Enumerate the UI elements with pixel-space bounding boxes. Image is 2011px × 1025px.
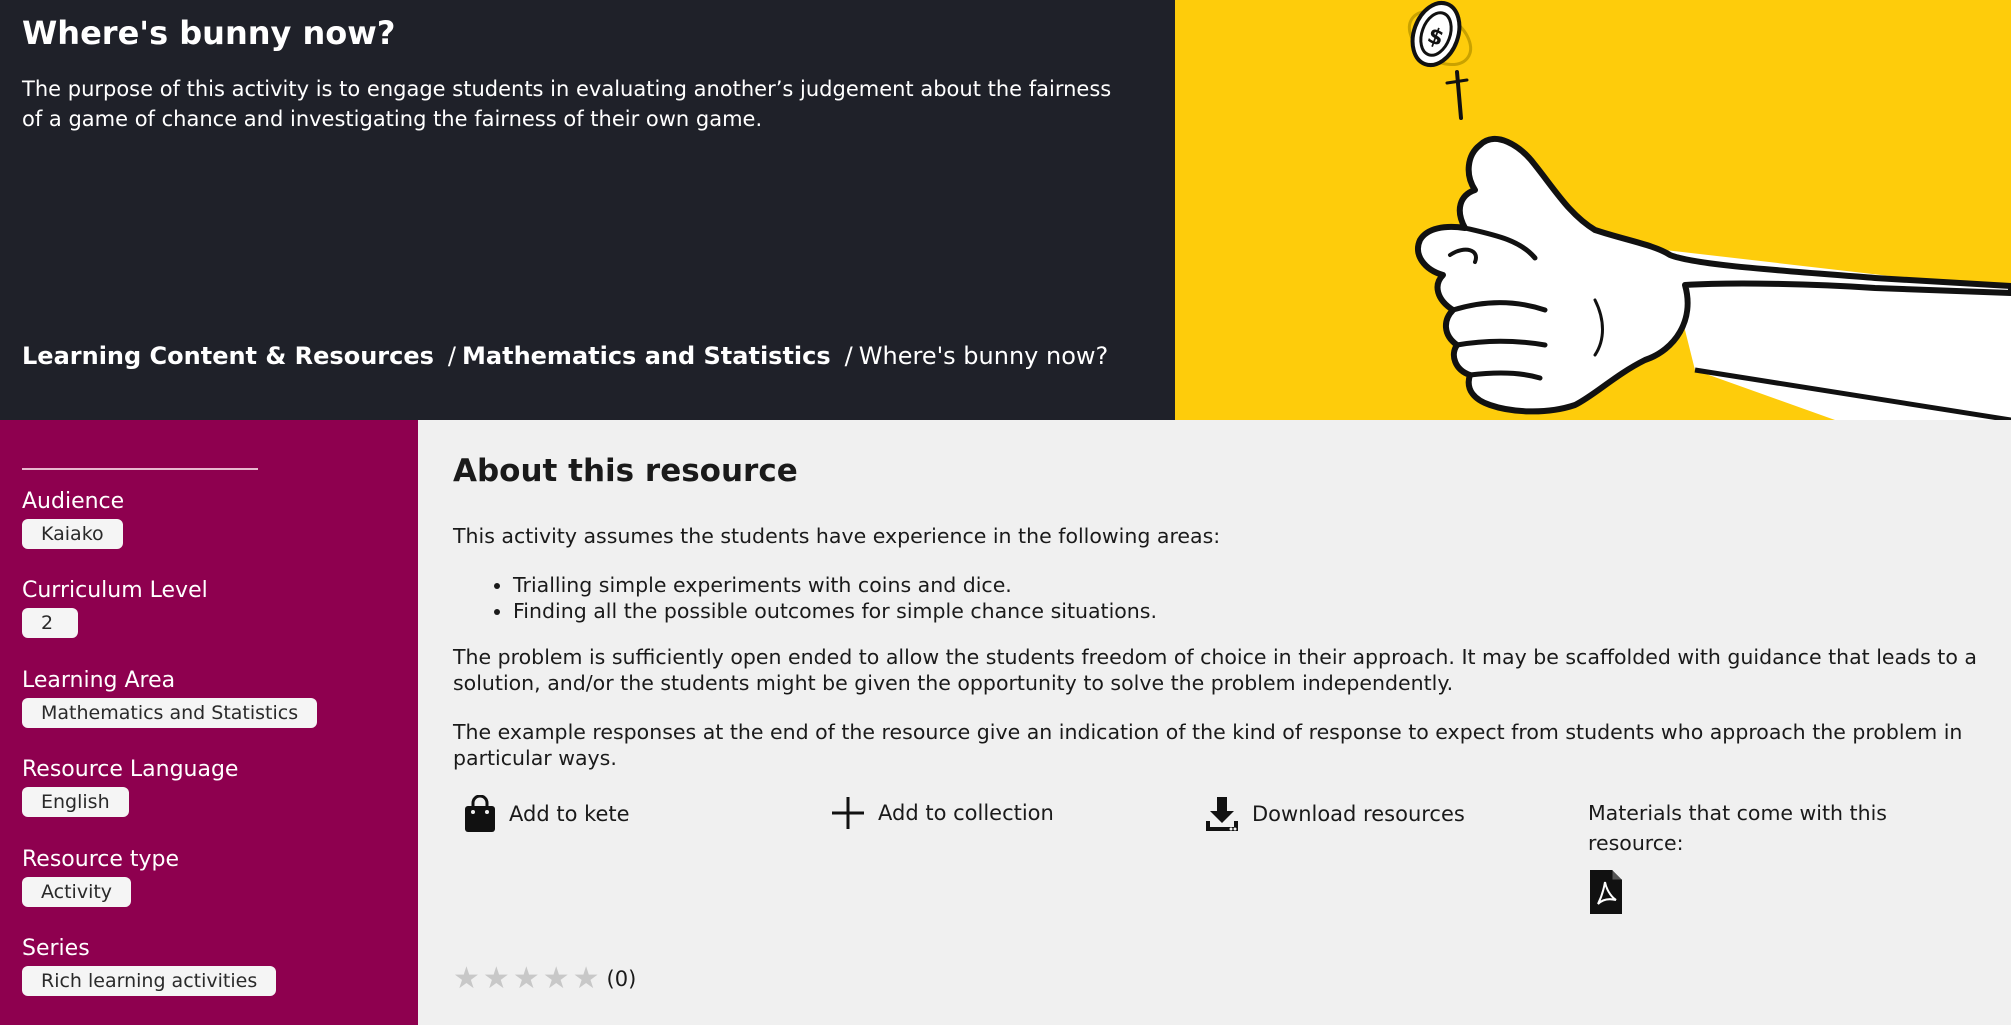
list-item: Finding all the possible outcomes for si… — [513, 598, 1157, 624]
star-icon[interactable]: ★ — [453, 964, 480, 994]
resource-type-tag[interactable]: Activity — [22, 877, 132, 907]
add-to-collection-label: Add to collection — [878, 801, 1054, 825]
about-resource-section: About this resource This activity assume… — [418, 420, 2011, 1025]
approach-paragraph: The problem is sufficiently open ended t… — [453, 645, 1977, 695]
experience-list: Trialling simple experiments with coins … — [453, 572, 1157, 624]
shopping-bag-icon — [465, 795, 495, 832]
hand-flipping-coin-icon: $ — [1407, 1, 2011, 420]
resource-language-group: Resource Language English — [22, 755, 238, 817]
learning-area-tag[interactable]: Mathematics and Statistics — [22, 698, 318, 728]
curriculum-level-label: Curriculum Level — [22, 578, 208, 603]
list-item: Trialling simple experiments with coins … — [513, 572, 1157, 598]
resource-language-label: Resource Language — [22, 757, 239, 782]
pdf-file-icon[interactable] — [1588, 868, 1624, 916]
series-tag[interactable]: Rich learning activities — [22, 966, 277, 996]
page-title: Where's bunny now? — [22, 14, 396, 52]
resource-metadata-sidebar: Audience Kaiako Curriculum Level 2 Learn… — [0, 420, 418, 1025]
star-icon[interactable]: ★ — [543, 964, 570, 994]
learning-area-label: Learning Area — [22, 668, 176, 693]
star-icon[interactable]: ★ — [483, 964, 510, 994]
star-rating[interactable]: ★ ★ ★ ★ ★ (0) — [453, 964, 636, 994]
example-responses-paragraph: The example responses at the end of the … — [453, 720, 1963, 770]
resource-type-label: Resource type — [22, 847, 180, 872]
series-label: Series — [22, 936, 90, 961]
page-description: The purpose of this activity is to engag… — [22, 77, 1112, 131]
add-to-kete-button[interactable]: Add to kete — [463, 795, 630, 833]
hero-banner: Where's bunny now? The purpose of this a… — [0, 0, 1175, 420]
learning-area-group: Learning Area Mathematics and Statistics — [22, 666, 318, 728]
intro-paragraph: This activity assumes the students have … — [453, 524, 1221, 548]
resource-type-group: Resource type Activity — [22, 845, 179, 907]
audience-label: Audience — [22, 489, 125, 514]
add-to-kete-label: Add to kete — [509, 802, 630, 826]
breadcrumb: Learning Content & Resources / Mathematics… — [22, 338, 1108, 374]
add-to-collection-button[interactable]: Add to collection — [830, 795, 1054, 831]
star-icon[interactable]: ★ — [513, 964, 540, 994]
breadcrumb-learning-content[interactable]: Learning Content & Resources — [22, 342, 434, 370]
materials-label: Materials that come with this resource: — [1588, 801, 1887, 855]
download-resources-button[interactable]: Download resources — [1204, 795, 1465, 833]
divider — [22, 468, 258, 470]
materials-block: Materials that come with this resource: — [1588, 798, 1918, 924]
plus-icon — [832, 797, 864, 829]
section-heading: About this resource — [453, 453, 798, 489]
breadcrumb-mathematics[interactable]: Mathematics and Statistics — [462, 342, 831, 370]
download-icon — [1206, 797, 1238, 831]
breadcrumb-separator: / — [844, 342, 853, 370]
hero-illustration: $ — [1175, 0, 2011, 420]
audience-tag[interactable]: Kaiako — [22, 519, 123, 549]
resource-language-tag[interactable]: English — [22, 787, 129, 817]
coin-icon: $ — [1407, 1, 1473, 67]
audience-group: Audience Kaiako — [22, 487, 124, 549]
breadcrumb-separator: / — [447, 342, 457, 370]
curriculum-level-tag[interactable]: 2 — [22, 608, 79, 638]
rating-count: (0) — [606, 967, 637, 991]
star-icon[interactable]: ★ — [573, 964, 600, 994]
download-resources-label: Download resources — [1252, 802, 1465, 826]
series-group: Series Rich learning activities — [22, 934, 277, 996]
breadcrumb-current: Where's bunny now? — [858, 342, 1109, 370]
curriculum-level-group: Curriculum Level 2 — [22, 576, 208, 638]
